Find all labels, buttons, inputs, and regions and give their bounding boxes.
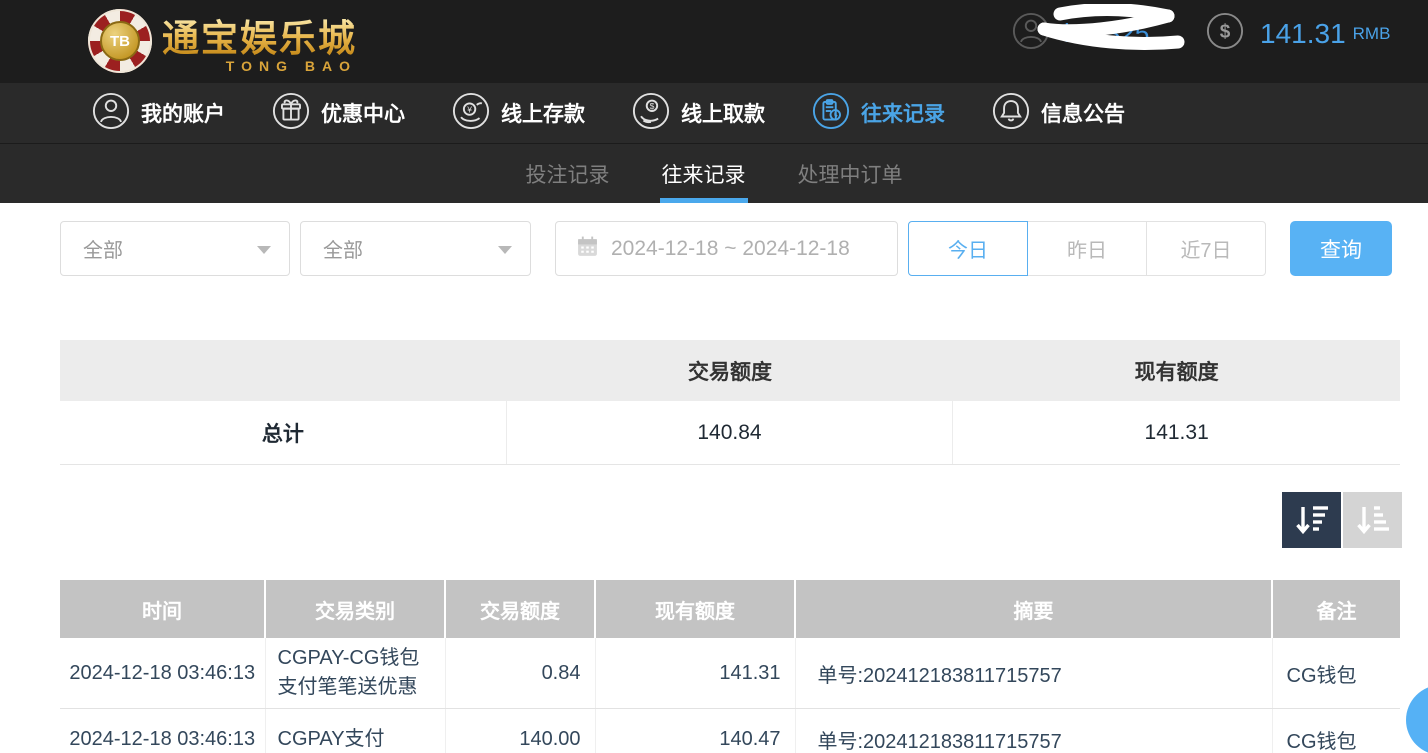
summary-total-label: 总计 [60, 401, 507, 464]
nav-item-my-account[interactable]: 我的账户 [92, 92, 225, 135]
date-range-input[interactable]: 2024-12-18 ~ 2024-12-18 [555, 221, 898, 276]
nav-item-transaction-records[interactable]: 往来记录 [812, 92, 945, 135]
sort-descending-icon [1294, 504, 1330, 536]
summary-header-balance: 现有额度 [953, 340, 1400, 401]
tab-transaction-records[interactable]: 往来记录 [636, 144, 772, 203]
quick-date-buttons: 今日 昨日 近7日 [908, 221, 1266, 276]
site-title: 通宝娱乐城 [162, 8, 357, 62]
gift-icon [272, 92, 310, 135]
col-header-balance: 现有额度 [595, 580, 795, 638]
page: TB 通宝娱乐城 TONG BAO bc7325 [0, 0, 1428, 753]
chat-bubble-button[interactable] [1406, 685, 1428, 753]
nav-item-deposit[interactable]: ¥ 线上存款 [452, 92, 585, 135]
nav-label: 线上取款 [681, 98, 765, 128]
last7days-label: 近7日 [1180, 234, 1231, 263]
col-header-type: 交易类别 [265, 580, 445, 638]
cell-time: 2024-12-18 03:46:13 [60, 638, 265, 709]
today-button[interactable]: 今日 [908, 221, 1028, 276]
col-header-summary: 摘要 [795, 580, 1272, 638]
sub-tab-bar: 投注记录 往来记录 处理中订单 [0, 143, 1428, 203]
chip-monogram: TB [100, 21, 140, 61]
site-logo[interactable]: TB 通宝娱乐城 TONG BAO [88, 8, 357, 74]
svg-text:$: $ [1220, 22, 1231, 43]
summary-table: 交易额度 现有额度 总计 140.84 141.31 [60, 340, 1400, 465]
sort-ascending-button[interactable] [1343, 492, 1402, 548]
cell-remark: CG钱包 [1272, 638, 1400, 709]
yesterday-label: 昨日 [1067, 234, 1107, 263]
cell-summary: 单号:202412183811715757 [795, 638, 1272, 709]
nav-label: 优惠中心 [321, 98, 405, 128]
withdraw-icon: $ [632, 92, 670, 135]
nav-label: 往来记录 [861, 98, 945, 128]
col-header-time: 时间 [60, 580, 265, 638]
sort-descending-button[interactable] [1282, 492, 1341, 548]
table-row: 2024-12-18 03:46:13 CGPAY支付 140.00 140.4… [60, 709, 1400, 753]
cell-remark: CG钱包 [1272, 709, 1400, 753]
chevron-down-icon [498, 246, 512, 254]
nav-item-promotions[interactable]: 优惠中心 [272, 92, 405, 135]
balance-amount: 141.31 [1260, 18, 1346, 50]
summary-header-empty [60, 340, 507, 401]
cell-type: CGPAY支付 [265, 709, 445, 753]
cell-balance: 141.31 [595, 638, 795, 709]
cell-time: 2024-12-18 03:46:13 [60, 709, 265, 753]
sort-ascending-icon [1355, 504, 1391, 536]
user-icon [1012, 12, 1050, 55]
cell-balance: 140.47 [595, 709, 795, 753]
category-select[interactable]: 全部 [300, 221, 531, 276]
records-icon [812, 92, 850, 135]
search-button[interactable]: 查询 [1290, 221, 1392, 276]
table-row: 2024-12-18 03:46:13 CGPAY-CG钱包支付笔笔送优惠 0.… [60, 638, 1400, 709]
bell-icon [992, 92, 1030, 135]
balance-currency: RMB [1353, 24, 1391, 44]
tab-label: 投注记录 [526, 159, 610, 189]
summary-header-transaction: 交易额度 [507, 340, 954, 401]
calendar-icon [576, 235, 599, 263]
summary-total-balance: 141.31 [953, 401, 1400, 464]
summary-total-row: 总计 140.84 141.31 [60, 401, 1400, 465]
user-icon [92, 92, 130, 135]
yesterday-button[interactable]: 昨日 [1027, 221, 1147, 276]
chevron-down-icon [257, 246, 271, 254]
nav-label: 我的账户 [141, 98, 225, 128]
col-header-remark: 备注 [1272, 580, 1400, 638]
cell-amount: 0.84 [445, 638, 595, 709]
nav-item-withdraw[interactable]: $ 线上取款 [632, 92, 765, 135]
col-header-amount: 交易额度 [445, 580, 595, 638]
summary-header-row: 交易额度 现有额度 [60, 340, 1400, 401]
user-account[interactable]: bc7325 [1012, 12, 1149, 55]
tab-pending-orders[interactable]: 处理中订单 [772, 144, 929, 203]
tab-label: 往来记录 [662, 159, 746, 189]
username-text: bc7325 [1064, 18, 1149, 49]
top-bar: TB 通宝娱乐城 TONG BAO bc7325 [0, 0, 1428, 83]
svg-text:¥: ¥ [466, 104, 472, 114]
deposit-icon: ¥ [452, 92, 490, 135]
sort-controls [1282, 492, 1402, 548]
type-select-value: 全部 [83, 234, 123, 263]
type-select[interactable]: 全部 [60, 221, 290, 276]
cell-type: CGPAY-CG钱包支付笔笔送优惠 [265, 638, 445, 709]
category-select-value: 全部 [323, 234, 363, 263]
records-table: 时间 交易类别 交易额度 现有额度 摘要 备注 2024-12-18 03:46… [60, 580, 1400, 753]
svg-text:$: $ [650, 101, 655, 111]
summary-total-transaction: 140.84 [507, 401, 954, 464]
date-range-value: 2024-12-18 ~ 2024-12-18 [611, 237, 850, 261]
today-label: 今日 [948, 234, 988, 263]
nav-label: 信息公告 [1041, 98, 1125, 128]
balance-display[interactable]: $ 141.31 RMB [1206, 12, 1390, 55]
active-tab-underline [660, 198, 748, 203]
records-header-row: 时间 交易类别 交易额度 现有额度 摘要 备注 [60, 580, 1400, 638]
logo-text: 通宝娱乐城 TONG BAO [162, 8, 357, 74]
cell-amount: 140.00 [445, 709, 595, 753]
nav-label: 线上存款 [501, 98, 585, 128]
cell-summary: 单号:202412183811715757 [795, 709, 1272, 753]
main-nav: 我的账户 优惠中心 ¥ [0, 83, 1428, 143]
tab-betting-records[interactable]: 投注记录 [500, 144, 636, 203]
tab-label: 处理中订单 [798, 159, 903, 189]
nav-item-announcements[interactable]: 信息公告 [992, 92, 1125, 135]
casino-chip-icon: TB [88, 9, 152, 73]
dollar-icon: $ [1206, 12, 1244, 55]
last7days-button[interactable]: 近7日 [1146, 221, 1266, 276]
